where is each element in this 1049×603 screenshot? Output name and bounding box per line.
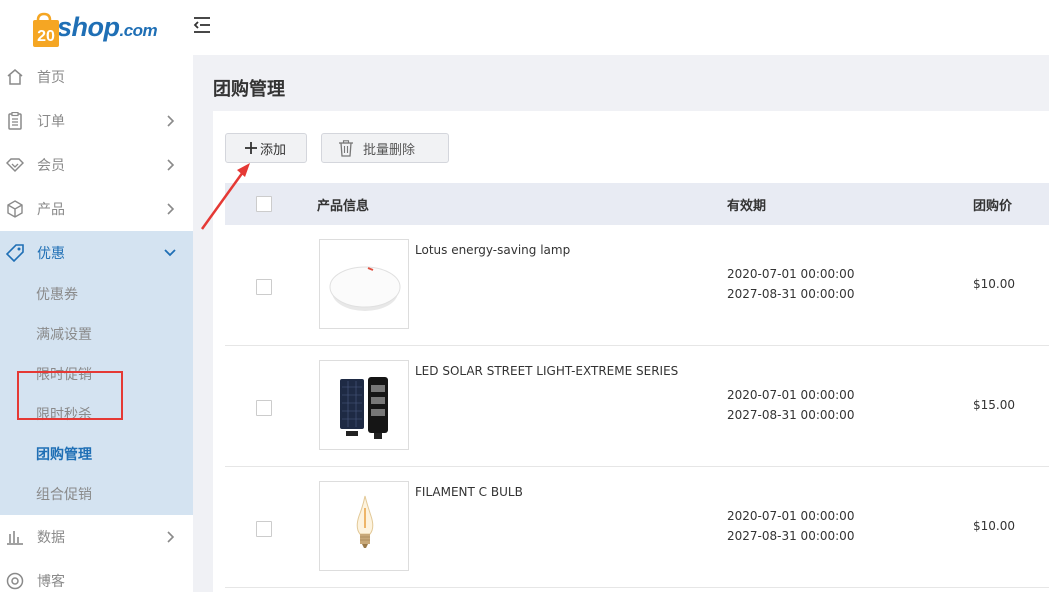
promotions-group: 优惠 优惠券 满减设置 限时促销 限时秒杀 团购管理 组合促销 [0,231,193,515]
row-checkbox[interactable] [256,400,272,416]
order-icon [6,111,24,130]
valid-end: 2027-08-31 00:00:00 [727,287,855,301]
sidebar-item-label: 博客 [37,574,65,590]
sidebar-item-promotions[interactable]: 优惠 [0,231,193,275]
chevron-right-icon [163,530,177,544]
sidebar-item-orders[interactable]: 订单 [0,99,193,143]
brand-logo[interactable]: 20 shop.com [32,6,158,47]
sidebar-item-label: 会员 [37,158,65,174]
blog-icon [6,572,24,590]
chevron-right-icon [163,202,177,216]
logo-wordmark-main: shop [57,12,120,42]
chevron-down-icon [163,246,177,260]
chevron-right-icon [163,114,177,128]
batch-delete-label: 批量删除 [363,142,416,158]
valid-end: 2027-08-31 00:00:00 [727,529,855,543]
sidebar-subitem-flash-sale[interactable]: 限时秒杀 [0,395,193,435]
sidebar-item-label: 产品 [37,202,65,218]
add-button-label: 添加 [260,142,287,158]
member-icon [5,156,25,174]
add-button[interactable]: 添加 [225,133,307,163]
page-title: 团购管理 [213,79,285,100]
valid-start: 2020-07-01 00:00:00 [727,509,855,523]
sidebar-item-products[interactable]: 产品 [0,187,193,231]
row-checkbox[interactable] [256,279,272,295]
main-content: 团购管理 添加 批量删除 产品信息 有效期 团购价 Lotus energy-s… [193,55,1049,592]
batch-delete-button[interactable]: 批量删除 [321,133,449,163]
header-product-info: 产品信息 [317,198,370,214]
product-thumbnail[interactable] [319,481,409,571]
logo-badge-text: 20 [37,28,55,45]
group-price: $15.00 [973,398,1015,412]
plus-icon [245,142,257,154]
group-price: $10.00 [973,519,1015,533]
trash-icon [338,140,354,157]
sidebar-item-members[interactable]: 会员 [0,143,193,187]
logo-wordmark: shop.com [57,12,158,46]
product-thumbnail[interactable] [319,239,409,329]
sidebar-item-label: 优惠 [37,246,65,262]
shopping-bag-logo-icon: 20 [32,12,60,47]
home-icon [6,68,24,86]
table-header: 产品信息 有效期 团购价 [225,183,1049,225]
sidebar-subitem-coupons[interactable]: 优惠券 [0,275,193,315]
valid-start: 2020-07-01 00:00:00 [727,388,855,402]
table-row: LED SOLAR STREET LIGHT-EXTREME SERIES 20… [225,346,1049,467]
table-row: Lotus energy-saving lamp 2020-07-01 00:0… [225,225,1049,346]
content-panel: 添加 批量删除 产品信息 有效期 团购价 Lotus energy-saving… [213,111,1049,592]
valid-end: 2027-08-31 00:00:00 [727,408,855,422]
logo-wordmark-domain: .com [119,21,158,40]
product-name[interactable]: Lotus energy-saving lamp [415,243,570,257]
sidebar: 首页 订单 会员 产品 优惠 优惠券 满减设置 限时促销 限时秒杀 团购管理 组… [0,55,193,592]
product-name[interactable]: LED SOLAR STREET LIGHT-EXTREME SERIES [415,364,678,378]
collapse-menu-icon[interactable] [192,15,212,35]
header-validity-period: 有效期 [727,198,767,214]
product-box-icon [6,200,24,218]
sidebar-item-label: 订单 [37,114,65,130]
round-lamp-image [329,266,401,311]
filament-bulb-image [356,495,374,548]
bar-chart-icon [6,528,24,546]
sidebar-item-home[interactable]: 首页 [0,55,193,99]
product-name[interactable]: FILAMENT C BULB [415,485,523,499]
discount-tag-icon [5,244,24,263]
sidebar-item-label: 数据 [37,530,65,546]
sidebar-subitem-full-reduction[interactable]: 满减设置 [0,315,193,355]
chevron-right-icon [163,158,177,172]
top-bar: 20 shop.com [0,0,1049,55]
group-buy-table: 产品信息 有效期 团购价 Lotus energy-saving lamp 20… [225,183,1049,588]
table-row: FILAMENT C BULB 2020-07-01 00:00:00 2027… [225,467,1049,588]
select-all-checkbox[interactable] [256,196,272,212]
group-price: $10.00 [973,277,1015,291]
solar-light-image [340,377,388,439]
sidebar-item-blog[interactable]: 博客 [0,559,193,603]
sidebar-subitem-limited-promo[interactable]: 限时促销 [0,355,193,395]
sidebar-subitem-bundle-promo[interactable]: 组合促销 [0,475,193,515]
sidebar-subitem-group-buy[interactable]: 团购管理 [0,435,193,475]
product-thumbnail[interactable] [319,360,409,450]
valid-start: 2020-07-01 00:00:00 [727,267,855,281]
sidebar-item-label: 首页 [37,70,65,86]
header-group-price: 团购价 [973,198,1013,214]
row-checkbox[interactable] [256,521,272,537]
sidebar-item-data[interactable]: 数据 [0,515,193,559]
